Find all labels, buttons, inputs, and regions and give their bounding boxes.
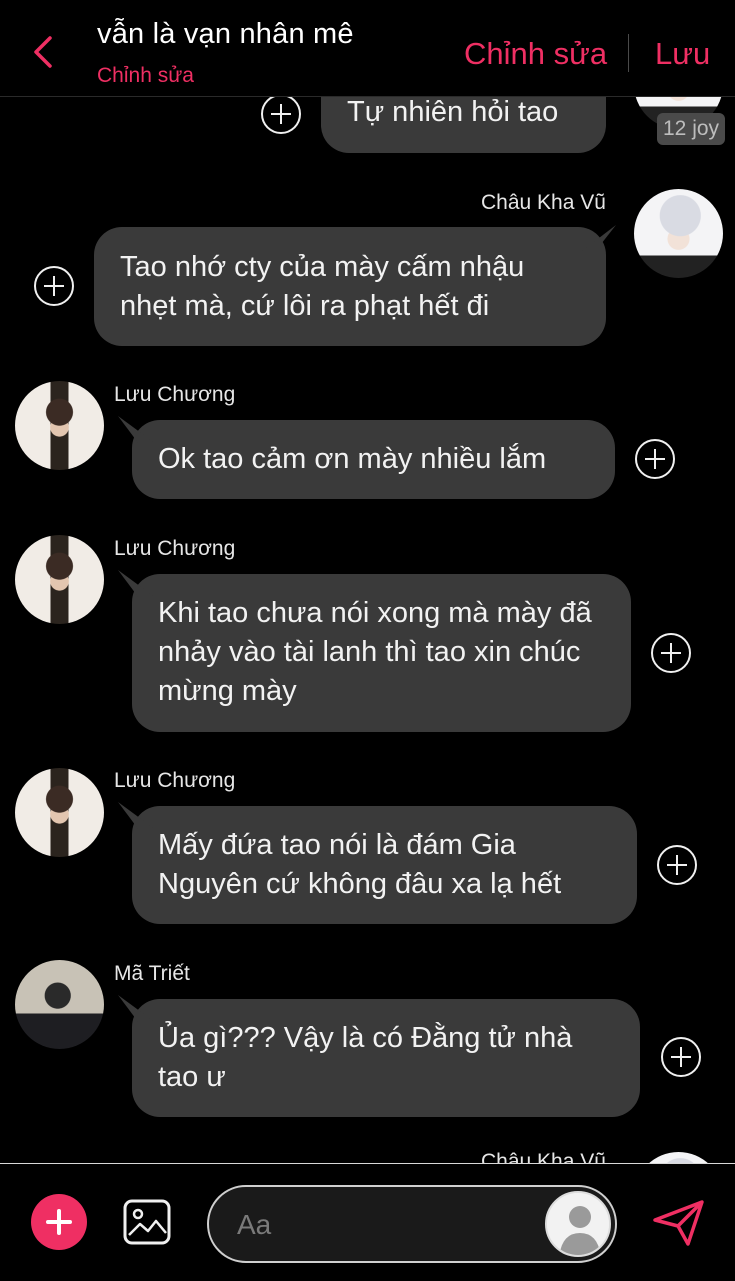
message-text: Ủa gì??? Vậy là có Đằng tử nhà tao ư [158, 1022, 573, 1093]
sender-name: Lưu Chương [114, 537, 236, 560]
sender-name: Lưu Chương [114, 383, 236, 406]
image-icon[interactable] [123, 1199, 171, 1245]
send-icon[interactable] [652, 1198, 706, 1248]
message-text: Mấy đứa tao nói là đám Gia Nguyên cứ khô… [158, 829, 562, 900]
add-reaction-icon[interactable] [661, 1037, 701, 1077]
edit-button[interactable]: Chỉnh sửa [464, 36, 607, 72]
sender-name: Mã Triết [114, 962, 190, 985]
chat-header: vẫn là vạn nhân mê Chỉnh sửa Chỉnh sửa L… [0, 0, 735, 97]
add-reaction-icon[interactable] [651, 633, 691, 673]
plus-icon[interactable] [31, 1194, 87, 1250]
message-text: Khi tao chưa nói xong mà mày đã nhảy vào… [158, 597, 592, 707]
avatar[interactable] [15, 381, 104, 470]
message-text: Tự nhiên hỏi tao [347, 96, 559, 128]
message-text: Ok tao cảm ơn mày nhiều lắm [158, 443, 547, 475]
chat-subtitle[interactable]: Chỉnh sửa [97, 64, 194, 88]
chevron-left-icon[interactable] [28, 34, 58, 70]
joy-badge: 12 joy [657, 113, 726, 145]
message-input[interactable] [237, 1205, 537, 1245]
avatar-icon[interactable] [545, 1191, 611, 1257]
message-bubble: Khi tao chưa nói xong mà mày đã nhảy vào… [132, 574, 631, 732]
add-reaction-icon[interactable] [261, 94, 301, 134]
message-bubble: Tao nhớ cty của mày cấm nhậu nhẹt mà, cứ… [94, 227, 606, 346]
avatar[interactable] [15, 768, 104, 857]
message-bubble: Ủa gì??? Vậy là có Đằng tử nhà tao ư [132, 999, 640, 1117]
message-text: Tao nhớ cty của mày cấm nhậu nhẹt mà, cứ… [120, 251, 525, 322]
header-divider [628, 34, 629, 72]
save-button[interactable]: Lưu [655, 36, 710, 72]
add-reaction-icon[interactable] [635, 439, 675, 479]
chat-title: vẫn là vạn nhân mê [97, 18, 354, 50]
message-input-wrapper[interactable] [207, 1185, 617, 1263]
avatar[interactable] [634, 189, 723, 278]
sender-name: Châu Kha Vũ [481, 191, 606, 214]
composer-bar [0, 1163, 735, 1281]
message-bubble: Mấy đứa tao nói là đám Gia Nguyên cứ khô… [132, 806, 637, 924]
add-reaction-icon[interactable] [34, 266, 74, 306]
add-reaction-icon[interactable] [657, 845, 697, 885]
avatar[interactable] [15, 960, 104, 1049]
sender-name: Lưu Chương [114, 769, 236, 792]
avatar[interactable] [15, 535, 104, 624]
message-bubble: Ok tao cảm ơn mày nhiều lắm [132, 420, 615, 499]
